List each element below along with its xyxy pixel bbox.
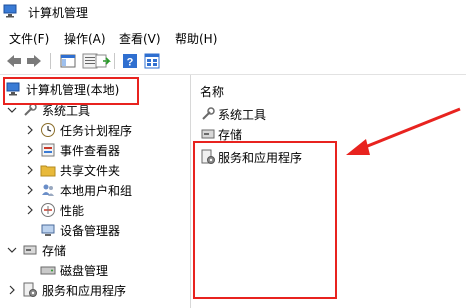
chevron-right-icon[interactable] [24,204,36,216]
tree-item-label: 共享文件夹 [60,163,121,178]
console-tree: 计算机管理(本地) 系统工具 任务计划程序 事件查看器 共享文件夹 本地用户和组… [0,75,191,308]
toolbar-separator [114,53,115,69]
list-item-label: 存储 [218,127,243,142]
tree-item-label: 存储 [42,243,67,258]
clock-icon [40,122,56,138]
tree-item-label: 性能 [60,203,85,218]
toolbar: ? [0,48,466,75]
forward-arrow-icon[interactable] [24,51,44,71]
menu-bar: 文件(F) 操作(A) 查看(V) 帮助(H) [0,26,466,48]
tree-item-label: 磁盘管理 [60,263,109,278]
device-manager-icon [40,222,56,238]
disk-icon [40,262,56,278]
menu-action[interactable]: 操作(A) [64,30,106,47]
tree-item-storage[interactable]: 存储 [6,240,66,260]
menu-help[interactable]: 帮助(H) [175,30,217,47]
tree-item-label: 任务计划程序 [60,123,133,138]
properties-icon[interactable] [142,51,162,71]
column-header-label: 名称 [200,84,225,99]
tree-item-disk-management[interactable]: 磁盘管理 [40,260,108,280]
tree-item-shared-folders[interactable]: 共享文件夹 [24,160,120,180]
performance-icon [40,202,56,218]
users-icon [40,182,56,198]
chevron-right-icon[interactable] [6,284,18,296]
tree-item-performance[interactable]: 性能 [24,200,84,220]
folder-icon [40,162,56,178]
tree-item-services-apps[interactable]: 服务和应用程序 [6,280,126,300]
title-bar: 计算机管理 [0,0,466,24]
tree-item-local-users[interactable]: 本地用户和组 [24,180,132,200]
tree-item-label: 本地用户和组 [60,183,133,198]
highlight-box [193,141,337,299]
event-viewer-icon [40,142,56,158]
tree-item-event-viewer[interactable]: 事件查看器 [24,140,120,160]
tools-icon [200,106,216,122]
chevron-down-icon[interactable] [6,104,18,116]
export-icon[interactable] [93,51,113,71]
column-header-name[interactable]: 名称 [200,81,224,101]
computer-management-icon [3,4,19,18]
highlight-box [3,77,139,105]
svg-text:?: ? [127,57,134,69]
chevron-down-icon[interactable] [6,244,18,256]
chevron-right-icon[interactable] [24,124,36,136]
list-item-label: 系统工具 [218,107,267,122]
services-icon [22,282,38,298]
storage-icon [22,242,38,258]
menu-view[interactable]: 查看(V) [119,30,161,47]
tree-item-label: 事件查看器 [60,143,121,158]
chevron-right-icon[interactable] [24,144,36,156]
chevron-right-icon[interactable] [24,164,36,176]
console-tree-icon[interactable] [58,51,78,71]
annotation-arrow-icon [346,107,461,155]
tree-item-device-manager[interactable]: 设备管理器 [40,220,120,240]
tree-item-label: 服务和应用程序 [42,283,127,298]
window-title: 计算机管理 [28,6,89,20]
chevron-right-icon[interactable] [24,184,36,196]
help-icon[interactable]: ? [120,51,140,71]
toolbar-separator [50,53,51,69]
storage-icon [200,126,216,142]
list-item-system-tools[interactable]: 系统工具 [200,104,266,124]
back-arrow-icon[interactable] [4,51,24,71]
menu-file[interactable]: 文件(F) [9,30,49,47]
tree-item-label: 设备管理器 [60,223,121,238]
tree-item-task-scheduler[interactable]: 任务计划程序 [24,120,132,140]
